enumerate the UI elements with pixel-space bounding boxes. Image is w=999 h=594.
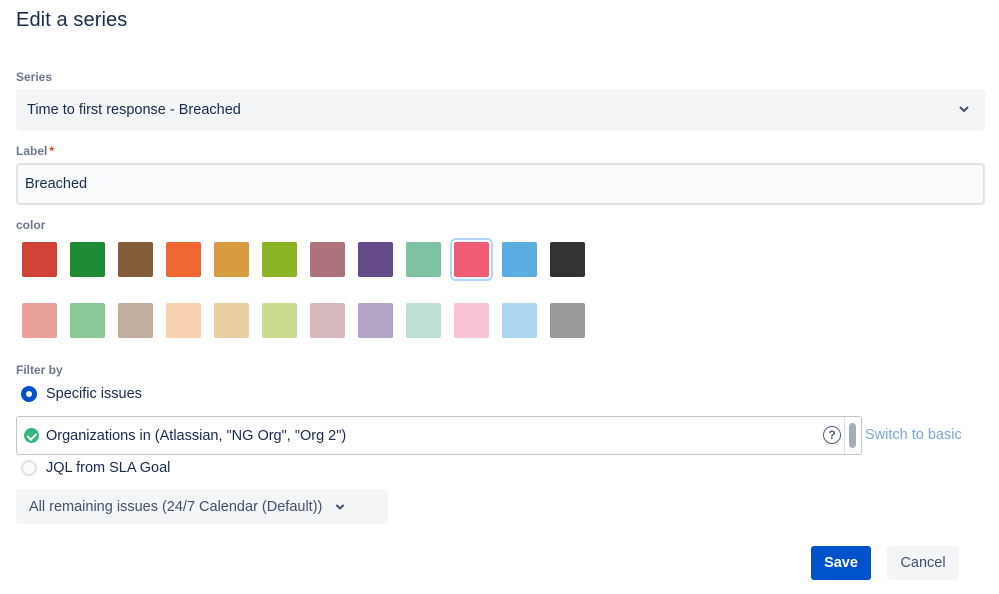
color-swatch[interactable] (214, 242, 249, 277)
series-select[interactable]: Time to first response - Breached (16, 89, 985, 131)
color-swatch[interactable] (262, 303, 297, 338)
jql-query-text: Organizations in (Atlassian, "NG Org", "… (46, 427, 347, 444)
scrollbar[interactable] (849, 423, 856, 448)
color-swatch[interactable] (166, 303, 201, 338)
color-swatch[interactable] (310, 303, 345, 338)
series-selected-value: Time to first response - Breached (27, 102, 241, 118)
label-input[interactable]: Breached (16, 163, 985, 205)
color-swatch[interactable] (22, 303, 57, 338)
color-swatch[interactable] (214, 303, 249, 338)
radio-specific-issues[interactable]: Specific issues (16, 386, 142, 402)
color-swatch[interactable] (118, 242, 153, 277)
color-swatch[interactable] (454, 303, 489, 338)
color-swatch[interactable] (502, 242, 537, 277)
cancel-button[interactable]: Cancel (887, 546, 959, 580)
color-swatch[interactable] (502, 303, 537, 338)
divider (844, 417, 845, 454)
radio-specific-issues-label: Specific issues (46, 386, 142, 402)
dialog-title: Edit a series (16, 9, 128, 31)
help-icon[interactable]: ? (823, 426, 841, 444)
color-swatch[interactable] (450, 238, 493, 281)
color-swatch[interactable] (550, 242, 585, 277)
color-swatch[interactable] (310, 242, 345, 277)
label-field-label: Label * (16, 144, 55, 158)
color-swatch[interactable] (358, 242, 393, 277)
switch-to-basic-link[interactable]: Switch to basic (865, 427, 962, 443)
calendar-selected-value: All remaining issues (24/7 Calendar (Def… (29, 498, 323, 515)
chevron-down-icon (336, 504, 345, 509)
label-input-value: Breached (25, 176, 88, 192)
series-label: Series (16, 70, 53, 84)
radio-jql-sla-goal-label: JQL from SLA Goal (46, 460, 171, 476)
color-swatch[interactable] (166, 242, 201, 277)
filter-label: Filter by (16, 363, 63, 377)
calendar-dropdown[interactable]: All remaining issues (24/7 Calendar (Def… (16, 489, 388, 524)
color-swatch[interactable] (22, 242, 57, 277)
color-swatch[interactable] (70, 303, 105, 338)
color-swatch[interactable] (406, 242, 441, 277)
color-swatch[interactable] (406, 303, 441, 338)
color-swatch[interactable] (358, 303, 393, 338)
color-label: color (16, 218, 46, 232)
required-marker: * (49, 144, 55, 158)
save-button[interactable]: Save (811, 546, 871, 580)
color-swatch[interactable] (550, 303, 585, 338)
color-swatch[interactable] (70, 242, 105, 277)
color-swatch[interactable] (262, 242, 297, 277)
jql-input[interactable]: Organizations in (Atlassian, "NG Org", "… (16, 416, 862, 455)
radio-unselected-icon (21, 460, 37, 476)
check-circle-icon (24, 428, 39, 443)
chevron-down-icon (959, 106, 969, 112)
radio-jql-sla-goal[interactable]: JQL from SLA Goal (16, 460, 170, 476)
radio-selected-icon (21, 386, 37, 402)
color-swatch[interactable] (118, 303, 153, 338)
